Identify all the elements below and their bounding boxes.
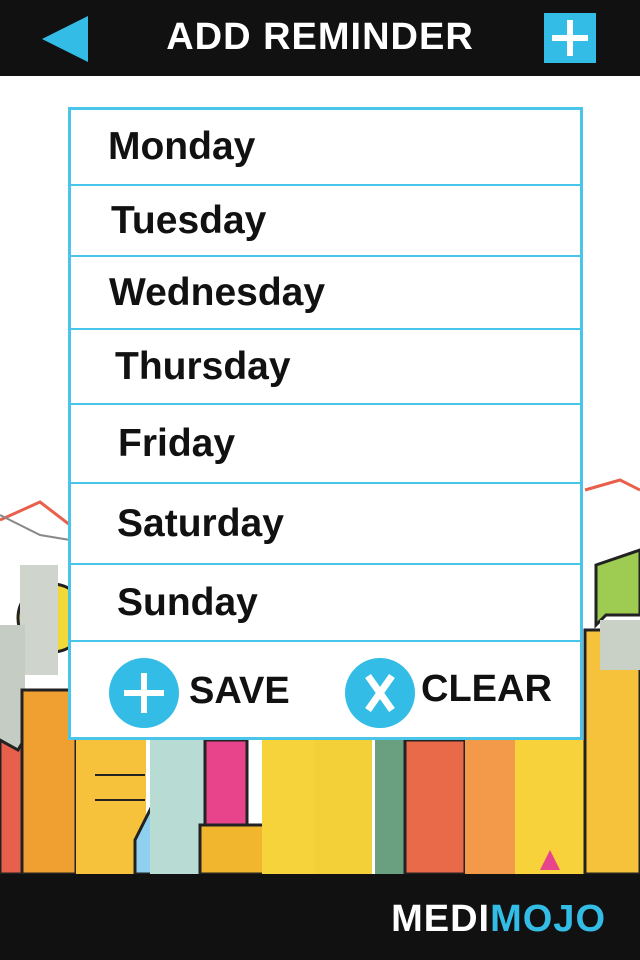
day-row-saturday[interactable]: Saturday xyxy=(71,484,580,565)
day-row-monday[interactable]: Monday xyxy=(71,110,580,186)
day-label: Thursday xyxy=(115,344,291,388)
day-label: Tuesday xyxy=(111,198,267,242)
day-label: Wednesday xyxy=(109,270,326,314)
x-circle-icon xyxy=(345,658,415,728)
day-row-sunday[interactable]: Sunday xyxy=(71,565,580,642)
day-row-friday[interactable]: Friday xyxy=(71,405,580,484)
day-selection-panel: Monday Tuesday Wednesday Thursday Friday… xyxy=(68,107,583,740)
clear-button[interactable]: CLEAR xyxy=(345,642,555,737)
brand-logo: MEDIMOJO xyxy=(391,898,606,941)
day-label: Sunday xyxy=(117,580,258,624)
day-row-tuesday[interactable]: Tuesday xyxy=(71,186,580,257)
plus-circle-icon xyxy=(109,658,179,728)
day-label: Friday xyxy=(118,421,236,465)
plus-icon xyxy=(552,20,588,56)
save-label: SAVE xyxy=(189,670,290,712)
top-bar: ADD REMINDER xyxy=(0,0,640,76)
day-row-wednesday[interactable]: Wednesday xyxy=(71,257,580,330)
day-row-thursday[interactable]: Thursday xyxy=(71,330,580,405)
day-label: Saturday xyxy=(117,501,284,545)
footer-bar: MEDIMOJO xyxy=(0,874,640,960)
clear-label: CLEAR xyxy=(421,668,552,710)
add-button[interactable] xyxy=(544,13,596,63)
save-button[interactable]: SAVE xyxy=(109,642,299,737)
brand-part-medi: MEDI xyxy=(391,898,491,940)
action-bar: SAVE CLEAR xyxy=(71,642,580,737)
brand-part-mojo: MOJO xyxy=(490,898,606,940)
day-label: Monday xyxy=(108,125,256,168)
